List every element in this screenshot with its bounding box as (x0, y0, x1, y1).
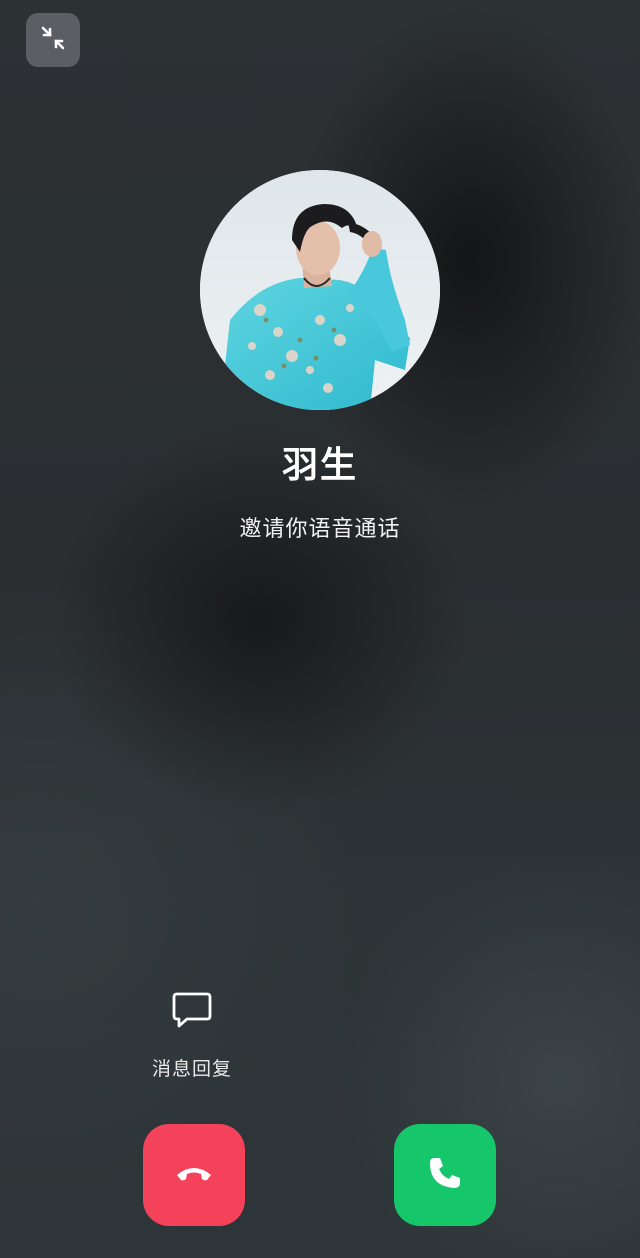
message-reply-label: 消息回复 (151, 1058, 232, 1080)
caller-avatar (200, 170, 440, 410)
chat-bubble-icon (162, 980, 222, 1040)
phone-icon (426, 1154, 464, 1196)
minimize-button[interactable] (26, 13, 80, 67)
call-status-text: 邀请你语音通话 (239, 517, 401, 542)
decline-call-button[interactable] (143, 1124, 245, 1226)
minimize-arrows-icon (39, 24, 67, 56)
message-reply-button[interactable]: 消息回复 (132, 980, 252, 1090)
accept-call-button[interactable] (394, 1124, 496, 1226)
caller-name: 羽生 (281, 445, 358, 486)
hang-up-phone-icon (175, 1163, 213, 1187)
